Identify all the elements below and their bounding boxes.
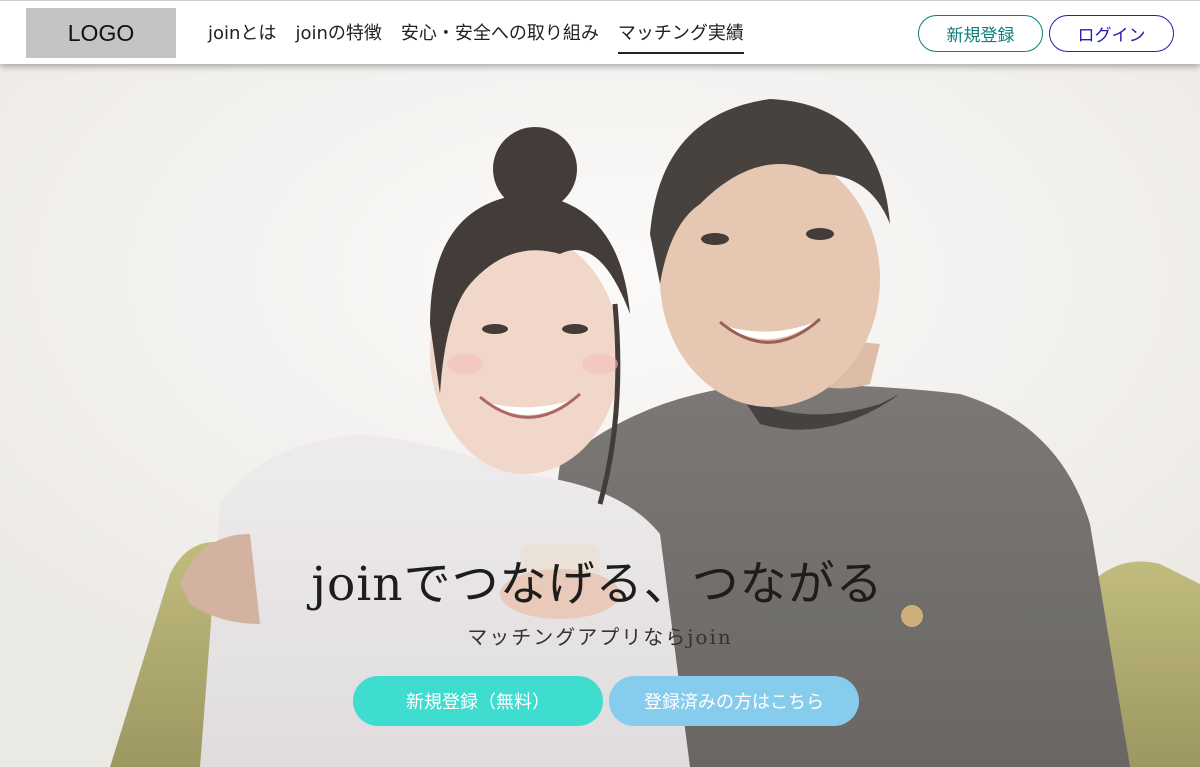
nav-item-features[interactable]: joinの特徴 (295, 13, 381, 54)
main-nav: joinとは joinの特徴 安心・安全への取り組み マッチング実績 (208, 1, 763, 65)
signup-button[interactable]: 新規登録 (918, 15, 1043, 52)
free-signup-button[interactable]: 新規登録（無料） (353, 676, 603, 726)
site-header: LOGO joinとは joinの特徴 安心・安全への取り組み マッチング実績 … (0, 0, 1200, 64)
hero-subtitle: マッチングアプリならjoin (467, 625, 733, 649)
site-logo[interactable]: LOGO (26, 8, 176, 58)
existing-user-login-button[interactable]: 登録済みの方はこちら (609, 676, 859, 726)
nav-item-about[interactable]: joinとは (208, 13, 276, 54)
login-button[interactable]: ログイン (1049, 15, 1174, 52)
hero-photo (0, 64, 1200, 767)
hero-title: joinでつなげる、つながる (311, 557, 884, 612)
nav-item-safety[interactable]: 安心・安全への取り組み (401, 13, 599, 54)
nav-item-matching-results[interactable]: マッチング実績 (617, 13, 744, 54)
hero-section: joinでつなげる、つながる マッチングアプリならjoin 新規登録（無料） 登… (0, 64, 1200, 767)
